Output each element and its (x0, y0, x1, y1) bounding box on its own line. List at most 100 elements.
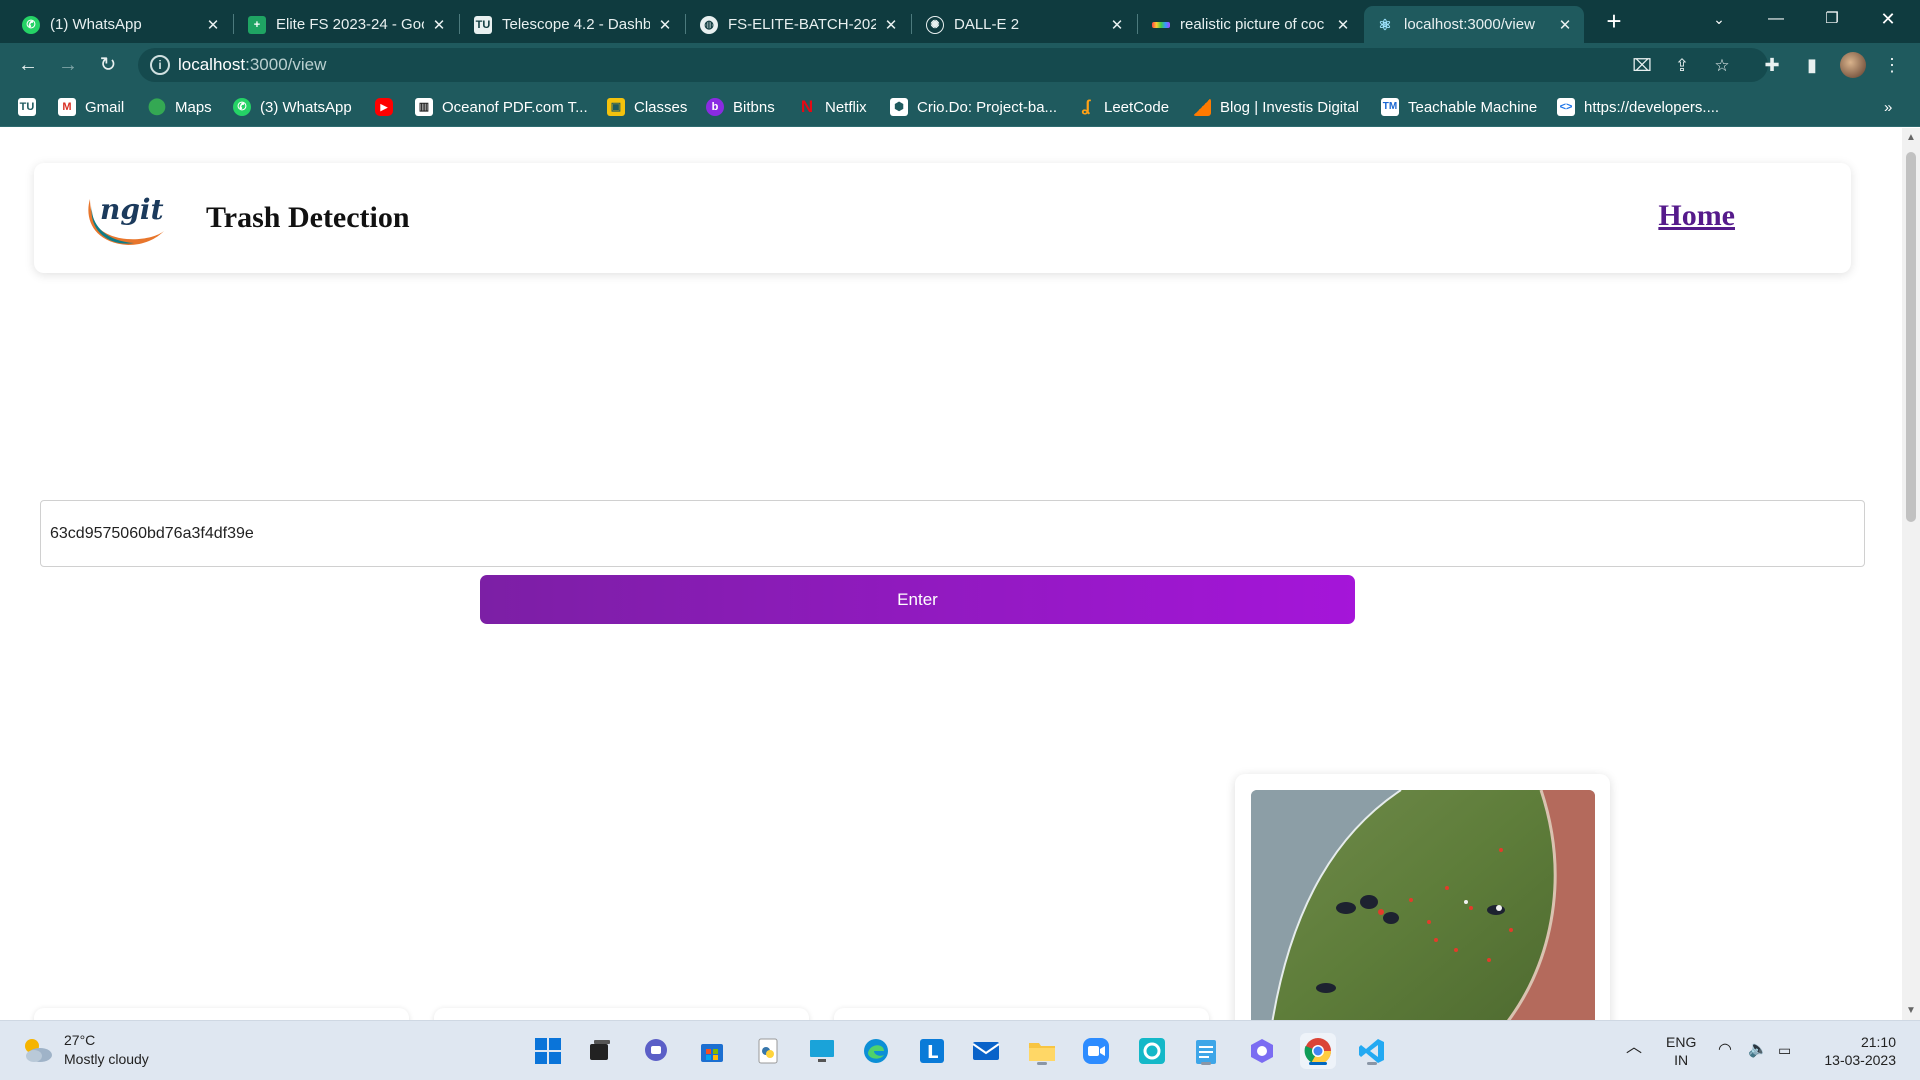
microsoft-store-button[interactable] (694, 1033, 730, 1069)
extensions-puzzle-icon[interactable]: ✚ (1760, 53, 1784, 77)
vscode-button[interactable] (1354, 1033, 1390, 1069)
more-bookmarks-button[interactable]: » (1884, 96, 1892, 118)
tab-close-icon[interactable]: ✕ (1108, 16, 1126, 34)
ngit-logo: ngit (88, 193, 164, 245)
cyan-app-button[interactable] (1134, 1033, 1170, 1069)
gmail-icon: M (58, 98, 76, 116)
side-panel-icon[interactable]: ▮ (1800, 53, 1824, 77)
detection-image-card (1235, 774, 1610, 1020)
weather-widget[interactable]: 27°C Mostly cloudy (20, 1031, 149, 1069)
teams-chat-button[interactable] (638, 1033, 674, 1069)
notepad-button[interactable] (1188, 1033, 1224, 1069)
site-info-icon[interactable]: i (150, 55, 170, 75)
l-app-button[interactable]: L (914, 1033, 950, 1069)
bookmark-maps[interactable]: ⬤ Maps (148, 96, 212, 118)
bookmark-label: https://developers.... (1584, 98, 1720, 116)
tab-elite-fs-sheet[interactable]: + Elite FS 2023-24 - Goo ✕ (236, 6, 458, 43)
bookmark-youtube[interactable]: ▶ (375, 96, 393, 118)
scroll-up-arrow-icon[interactable]: ▲ (1906, 132, 1916, 143)
logo-text: ngit (100, 193, 164, 226)
l-app-icon: L (920, 1039, 944, 1063)
site-navbar: ngit Trash Detection Home (34, 163, 1851, 273)
mail-button[interactable] (968, 1033, 1004, 1069)
bookmark-developers[interactable]: <> https://developers.... (1557, 96, 1719, 118)
minimize-button[interactable]: — (1754, 4, 1798, 34)
tab-close-icon[interactable]: ✕ (430, 16, 448, 34)
crio-icon: ⬢ (890, 98, 908, 116)
tab-telescope[interactable]: TU Telescope 4.2 - Dashb ✕ (462, 6, 684, 43)
tab-fs-elite-batch[interactable]: ◍ FS-ELITE-BATCH-2022 ✕ (688, 6, 910, 43)
volume-icon[interactable]: 🔈 (1748, 1041, 1768, 1059)
start-button[interactable] (530, 1033, 566, 1069)
tab-whatsapp[interactable]: ✆ (1) WhatsApp ✕ (10, 6, 232, 43)
bookmark-bitbns[interactable]: b Bitbns (706, 96, 775, 118)
python-app-button[interactable] (750, 1033, 786, 1069)
tab-title: Elite FS 2023-24 - Goo (276, 16, 424, 33)
clock[interactable]: 21:10 13-03-2023 (1818, 1033, 1896, 1069)
share-icon[interactable]: ⇪ (1671, 55, 1693, 77)
tab-close-icon[interactable]: ✕ (1556, 16, 1574, 34)
restore-button[interactable]: ❐ (1810, 4, 1854, 34)
tab-localhost-view[interactable]: ⚛ localhost:3000/view ✕ (1364, 6, 1584, 43)
monitor-icon (810, 1040, 834, 1062)
task-view-button[interactable] (582, 1033, 618, 1069)
menu-kebab-icon[interactable]: ⋮ (1880, 53, 1904, 77)
bookmark-leetcode[interactable]: ʆ LeetCode (1077, 96, 1169, 118)
address-bar[interactable]: i localhost:3000/view ⌧ ⇪ ☆ (138, 48, 1768, 82)
tab-realistic-picture[interactable]: realistic picture of coc ✕ (1140, 6, 1362, 43)
zoom-button[interactable] (1078, 1033, 1114, 1069)
tab-close-icon[interactable]: ✕ (882, 16, 900, 34)
scrollbar-thumb[interactable] (1906, 152, 1916, 522)
profile-avatar[interactable] (1840, 52, 1866, 78)
detection-id-input[interactable] (40, 500, 1865, 567)
bookmark-netflix[interactable]: N Netflix (798, 96, 867, 118)
tab-dalle[interactable]: ✺ DALL-E 2 ✕ (914, 6, 1136, 43)
new-tab-button[interactable]: + (1600, 8, 1628, 36)
forward-button[interactable]: → (52, 49, 84, 81)
desktop-app-button[interactable] (804, 1033, 840, 1069)
language-indicator[interactable]: ENG IN (1666, 1033, 1696, 1069)
whatsapp-icon: ✆ (233, 98, 251, 116)
bookmark-label: Gmail (85, 98, 125, 116)
bookmark-star-icon[interactable]: ☆ (1711, 55, 1733, 77)
bookmark-oceanofpdf[interactable]: ▥ Oceanof PDF.com T... (415, 96, 588, 118)
tab-search-chevron-icon[interactable]: ⌄ (1697, 4, 1741, 34)
chrome-button[interactable] (1300, 1033, 1336, 1069)
address-url[interactable]: localhost:3000/view (178, 55, 326, 75)
bookmark-crio[interactable]: ⬢ Crio.Do: Project-ba... (890, 96, 1057, 118)
bookmark-teachable-machine[interactable]: TM Teachable Machine (1381, 96, 1537, 118)
enter-button[interactable]: Enter (480, 575, 1355, 624)
tab-title: Telescope 4.2 - Dashb (502, 16, 650, 33)
battery-icon[interactable]: ▭ (1778, 1041, 1791, 1059)
bookmark-investis[interactable]: Blog | Investis Digital (1193, 96, 1359, 118)
url-host: localhost (178, 55, 246, 74)
result-card (34, 1008, 409, 1020)
scroll-down-arrow-icon[interactable]: ▼ (1906, 1005, 1916, 1016)
translate-icon[interactable]: ⌧ (1631, 55, 1653, 77)
tab-close-icon[interactable]: ✕ (656, 16, 674, 34)
edge-button[interactable] (858, 1033, 894, 1069)
file-explorer-button[interactable] (1024, 1033, 1060, 1069)
task-view-icon (590, 1040, 610, 1060)
bookmark-telescope[interactable]: TU (18, 96, 36, 118)
vscode-icon (1359, 1039, 1384, 1063)
back-button[interactable]: ← (12, 49, 44, 81)
bookmark-classes[interactable]: ▣ Classes (607, 96, 687, 118)
brand-title: Trash Detection (206, 201, 410, 234)
tab-close-icon[interactable]: ✕ (1334, 16, 1352, 34)
close-window-button[interactable]: ✕ (1866, 4, 1910, 34)
page-scrollbar[interactable]: ▲ ▼ (1902, 128, 1920, 1020)
windows-taskbar: 27°C Mostly cloudy L ︿ ENG IN ◠ 🔈 ▭ 21:1… (0, 1020, 1920, 1080)
bookmark-gmail[interactable]: M Gmail (58, 96, 124, 118)
wifi-icon[interactable]: ◠ (1718, 1041, 1732, 1059)
bookmarks-bar: TU M Gmail ⬤ Maps ✆ (3) WhatsApp ▶ ▥ Oceanof… (0, 87, 1920, 127)
tab-separator (911, 14, 912, 34)
show-hidden-icons-chevron-icon[interactable]: ︿ (1626, 1039, 1642, 1057)
app-ring-icon (1139, 1038, 1165, 1064)
copilot-app-button[interactable] (1244, 1033, 1280, 1069)
tab-close-icon[interactable]: ✕ (204, 16, 222, 34)
home-link[interactable]: Home (1658, 199, 1735, 233)
bookmark-whatsapp[interactable]: ✆ (3) WhatsApp (233, 96, 352, 118)
clock-time: 21:10 (1860, 1034, 1896, 1050)
reload-button[interactable]: ↻ (92, 49, 124, 81)
